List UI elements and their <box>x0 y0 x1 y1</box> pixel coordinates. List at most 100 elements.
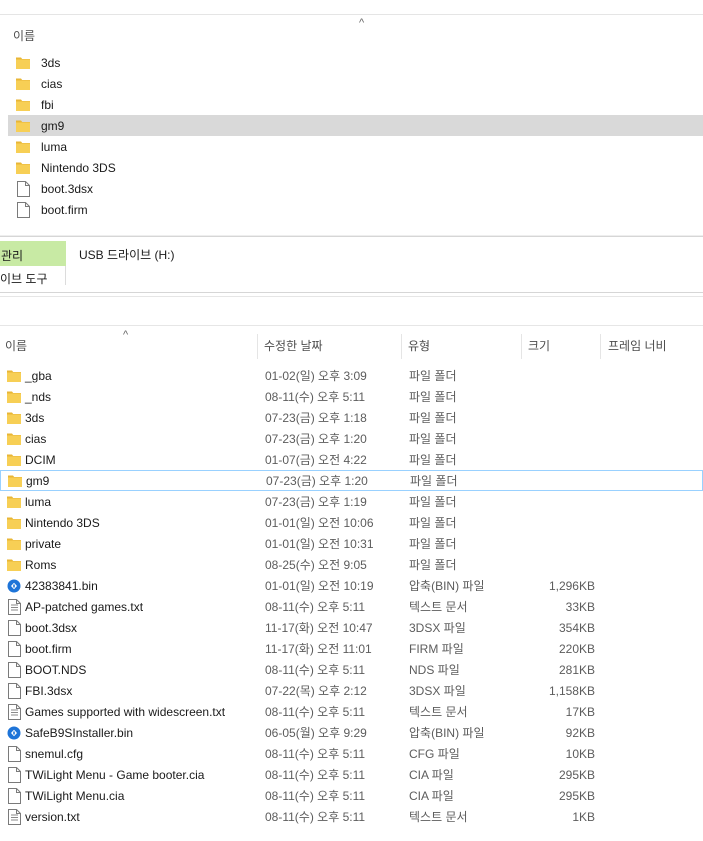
top-list-item[interactable]: boot.firm <box>8 199 703 220</box>
table-row[interactable]: TWiLight Menu.cia 08-11(수) 오후 5:11 CIA 파일 2… <box>0 785 703 806</box>
top-list-item[interactable]: gm9 <box>8 115 703 136</box>
tab-manage[interactable]: 관리 <box>0 241 66 266</box>
row-name: FBI.3dsx <box>25 683 73 698</box>
folder-icon <box>16 77 30 90</box>
top-list-item[interactable]: luma <box>8 136 703 157</box>
row-name: BOOT.NDS <box>25 662 87 677</box>
row-type: 파일 폴더 <box>409 390 457 404</box>
table-row[interactable]: cias 07-23(금) 오후 1:20 파일 폴더 <box>0 428 703 449</box>
row-type: 파일 폴더 <box>409 495 457 509</box>
row-name: _gba <box>25 368 52 383</box>
row-date: 08-11(수) 오후 5:11 <box>265 705 366 719</box>
row-name: Games supported with widescreen.txt <box>25 704 226 719</box>
top-list-item-name: gm9 <box>41 118 65 133</box>
top-list-item[interactable]: boot.3dsx <box>8 178 703 199</box>
table-row[interactable]: Roms 08-25(수) 오전 9:05 파일 폴더 <box>0 554 703 575</box>
row-date: 11-17(화) 오전 10:47 <box>265 621 373 635</box>
table-row[interactable]: snemul.cfg 08-11(수) 오후 5:11 CFG 파일 10KB <box>0 743 703 764</box>
row-date: 08-11(수) 오후 5:11 <box>265 810 366 824</box>
table-row[interactable]: AP-patched games.txt 08-11(수) 오후 5:11 텍스트 … <box>0 596 703 617</box>
table-row[interactable]: _nds 08-11(수) 오후 5:11 파일 폴더 <box>0 386 703 407</box>
table-row[interactable]: Games supported with widescreen.txt 08-11… <box>0 701 703 722</box>
table-row[interactable]: Nintendo 3DS 01-01(일) 오전 10:06 파일 폴더 <box>0 512 703 533</box>
document-icon <box>7 787 21 804</box>
top-list-item[interactable]: 3ds <box>8 52 703 73</box>
column-header-type[interactable]: 유형 <box>403 334 522 359</box>
table-row[interactable]: FBI.3dsx 07-22(목) 오후 2:12 3DSX 파일 1,158KB <box>0 680 703 701</box>
table-row[interactable]: version.txt 08-11(수) 오후 5:11 텍스트 문서 1KB <box>0 806 703 827</box>
row-type: 파일 폴더 <box>409 453 457 467</box>
row-date: 07-23(금) 오후 1:18 <box>265 411 367 425</box>
folder-icon <box>16 140 30 153</box>
column-header-date[interactable]: 수정한 날짜 <box>259 334 402 359</box>
top-explorer-window: ^ 이름 3ds cias fbi gm9 luma Nintendo 3DS boot.3… <box>0 0 703 236</box>
row-date: 07-23(금) 오후 1:20 <box>266 474 368 488</box>
row-name: DCIM <box>25 452 56 467</box>
sort-ascending-icon[interactable]: ^ <box>359 17 364 29</box>
row-type: CFG 파일 <box>409 747 460 761</box>
row-type: CIA 파일 <box>409 789 454 803</box>
row-date: 08-25(수) 오전 9:05 <box>265 558 367 572</box>
table-row[interactable]: private 01-01(일) 오전 10:31 파일 폴더 <box>0 533 703 554</box>
row-size: 1,296KB <box>548 578 595 593</box>
tab-drive-tools[interactable]: 이브 도구 <box>0 266 66 286</box>
top-column-header-name[interactable]: 이름 <box>13 27 35 44</box>
address-bar[interactable] <box>0 296 703 326</box>
row-size: 281KB <box>558 662 595 677</box>
table-row[interactable]: SafeB9SInstaller.bin 06-05(월) 오후 9:29 압축(B… <box>0 722 703 743</box>
top-list-item[interactable]: Nintendo 3DS <box>8 157 703 178</box>
list-header: ^ 이름 수정한 날짜 유형 크기 프레임 너비 <box>0 329 703 359</box>
row-type: 압축(BIN) 파일 <box>409 726 485 740</box>
row-date: 08-11(수) 오후 5:11 <box>265 390 366 404</box>
row-type: 텍스트 문서 <box>409 810 468 824</box>
table-row[interactable]: boot.3dsx 11-17(화) 오전 10:47 3DSX 파일 354KB <box>0 617 703 638</box>
row-name: version.txt <box>25 809 80 824</box>
table-row[interactable]: TWiLight Menu - Game booter.cia 08-11(수) … <box>0 764 703 785</box>
table-row[interactable]: boot.firm 11-17(화) 오전 11:01 FIRM 파일 220KB <box>0 638 703 659</box>
document-icon <box>7 766 21 783</box>
folder-icon <box>8 473 22 489</box>
column-header-size[interactable]: 크기 <box>523 334 601 359</box>
row-type: 파일 폴더 <box>409 411 457 425</box>
document-icon <box>7 619 21 636</box>
document-icon <box>7 745 21 762</box>
row-size: 10KB <box>565 746 595 761</box>
row-name: SafeB9SInstaller.bin <box>25 725 134 740</box>
table-row[interactable]: gm9 07-23(금) 오후 1:20 파일 폴더 <box>0 470 703 491</box>
table-row[interactable]: luma 07-23(금) 오후 1:19 파일 폴더 <box>0 491 703 512</box>
row-date: 07-22(목) 오후 2:12 <box>265 684 367 698</box>
row-type: 3DSX 파일 <box>409 684 466 698</box>
table-row[interactable]: _gba 01-02(일) 오후 3:09 파일 폴더 <box>0 365 703 386</box>
column-header-name[interactable]: 이름 <box>0 334 258 359</box>
top-list-item-name: 3ds <box>41 55 61 70</box>
tab-drive-tools-label: 이브 도구 <box>0 272 48 286</box>
folder-icon <box>7 410 21 426</box>
row-name: cias <box>25 431 47 446</box>
table-row[interactable]: 3ds 07-23(금) 오후 1:18 파일 폴더 <box>0 407 703 428</box>
row-name: 42383841.bin <box>25 578 98 593</box>
row-date: 01-01(일) 오전 10:06 <box>265 516 374 530</box>
folder-icon <box>16 119 30 132</box>
document-icon <box>7 682 21 699</box>
column-header-frame-width[interactable]: 프레임 너비 <box>603 334 703 359</box>
row-size: 17KB <box>565 704 595 719</box>
row-size: 33KB <box>565 599 595 614</box>
table-row[interactable]: BOOT.NDS 08-11(수) 오후 5:11 NDS 파일 281KB <box>0 659 703 680</box>
row-type: 파일 폴더 <box>409 537 457 551</box>
row-name: TWiLight Menu - Game booter.cia <box>25 767 205 782</box>
top-list-item[interactable]: fbi <box>8 94 703 115</box>
row-type: NDS 파일 <box>409 663 460 677</box>
document-icon <box>7 640 21 657</box>
text-document-icon <box>7 703 21 720</box>
table-row[interactable]: DCIM 01-07(금) 오전 4:22 파일 폴더 <box>0 449 703 470</box>
folder-icon <box>7 557 21 573</box>
document-icon <box>7 661 21 678</box>
folder-icon <box>16 161 30 174</box>
top-list-item-name: boot.3dsx <box>41 181 94 196</box>
table-row[interactable]: 42383841.bin 01-01(일) 오전 10:19 압축(BIN) 파일 1… <box>0 575 703 596</box>
row-name: boot.3dsx <box>25 620 78 635</box>
row-size: 92KB <box>565 725 595 740</box>
row-size: 295KB <box>558 767 595 782</box>
folder-icon <box>16 56 30 69</box>
top-list-item[interactable]: cias <box>8 73 703 94</box>
